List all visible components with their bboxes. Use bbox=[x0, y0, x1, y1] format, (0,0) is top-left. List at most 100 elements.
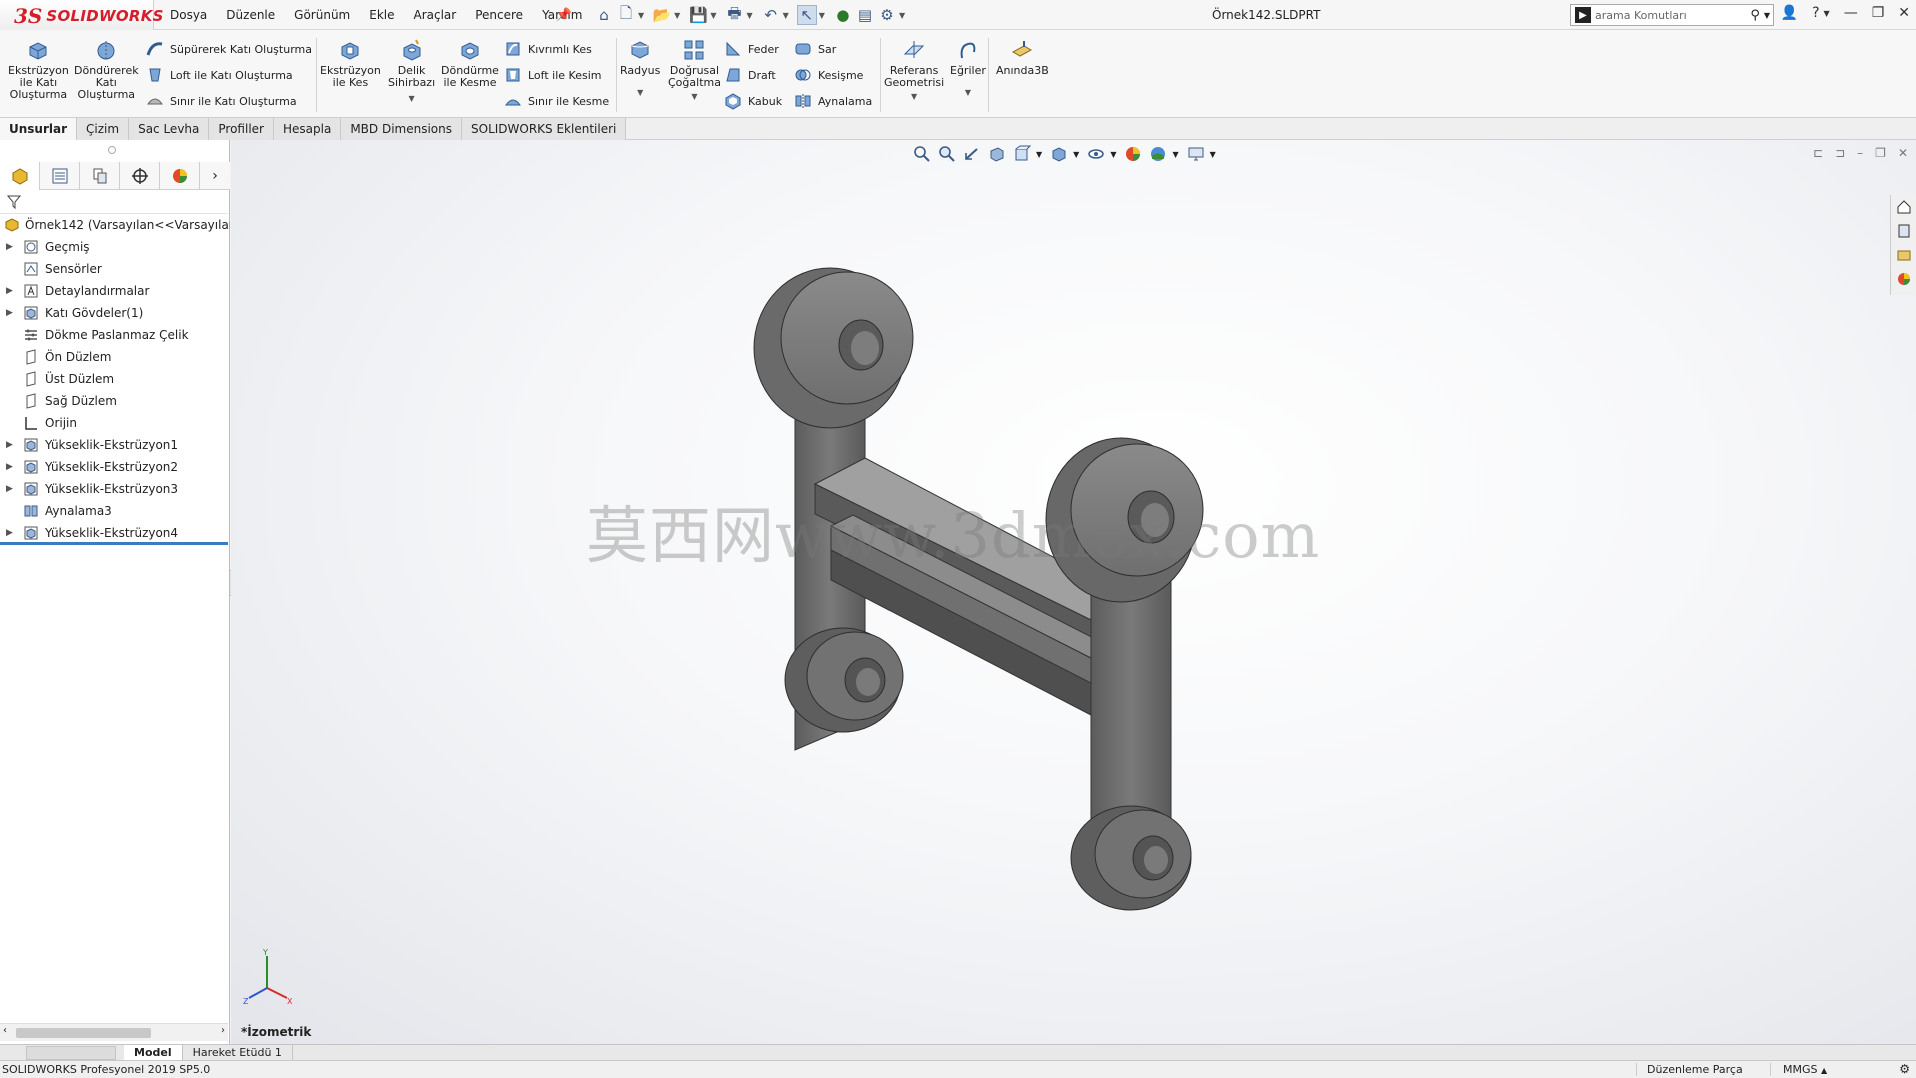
options-dropdown-icon[interactable]: ▼ bbox=[899, 11, 905, 20]
graphics-area[interactable]: ▼ ▼ ▼ ▼ ▼ ⊏ ⊐ – ❐ ✕ 莫西网www.3dmox.com Y X… bbox=[231, 140, 1916, 1044]
menu-item-3[interactable]: Ekle bbox=[369, 8, 394, 22]
tree-item[interactable]: ▶ Yükseklik-Ekstrüzyon2 bbox=[0, 456, 230, 478]
tree-item[interactable]: Ön Düzlem bbox=[0, 346, 230, 368]
hole-wizard-button[interactable]: Delik Sihirbazı ▼ bbox=[388, 38, 435, 105]
scroll-right-icon[interactable]: › bbox=[221, 1025, 225, 1036]
boundary-cut-button[interactable]: Sınır ile Kesme bbox=[504, 92, 609, 110]
expand-arrow-icon[interactable]: ▶ bbox=[6, 484, 16, 494]
status-settings-icon[interactable]: ⚙ bbox=[1899, 1062, 1910, 1076]
tree-root-part[interactable]: Örnek142 (Varsayılan<<Varsayılan>_G bbox=[0, 214, 230, 236]
fillet-dropdown-icon[interactable]: ▼ bbox=[637, 87, 643, 99]
revolve-boss-button[interactable]: Döndürerek Katı Oluşturma bbox=[74, 38, 139, 101]
curves-button[interactable]: Eğriler ▼ bbox=[950, 38, 986, 99]
expand-arrow-icon[interactable]: ▶ bbox=[6, 528, 16, 538]
bottom-tab-0[interactable]: Model bbox=[124, 1044, 183, 1061]
tree-item[interactable]: Dökme Paslanmaz Çelik bbox=[0, 324, 230, 346]
filter-funnel-icon[interactable] bbox=[6, 194, 22, 210]
more-tabs-chevron-icon[interactable]: › bbox=[200, 162, 230, 189]
rollback-bar[interactable] bbox=[0, 542, 228, 545]
menu-item-2[interactable]: Görünüm bbox=[294, 8, 350, 22]
tree-item[interactable]: Sensörler bbox=[0, 258, 230, 280]
options-gear-icon[interactable]: ⚙ bbox=[877, 5, 897, 25]
tab-6[interactable]: SOLIDWORKS Eklentileri bbox=[462, 118, 627, 140]
tab-0[interactable]: Unsurlar bbox=[0, 118, 78, 140]
swept-boss-button[interactable]: Süpürerek Katı Oluşturma bbox=[146, 40, 312, 58]
linear-pattern-dropdown-icon[interactable]: ▼ bbox=[691, 91, 697, 103]
print-icon[interactable]: 🖶 bbox=[724, 4, 744, 25]
tab-5[interactable]: MBD Dimensions bbox=[341, 118, 462, 140]
rib-button[interactable]: Feder bbox=[724, 40, 779, 58]
expand-arrow-icon[interactable]: ▶ bbox=[6, 308, 16, 318]
select-dropdown-icon[interactable]: ▼ bbox=[819, 11, 825, 20]
feature-manager-tab[interactable] bbox=[0, 162, 40, 190]
minimize-window-icon[interactable]: — bbox=[1844, 5, 1858, 21]
reference-geometry-dropdown-icon[interactable]: ▼ bbox=[911, 91, 917, 103]
hole-wizard-dropdown-icon[interactable]: ▼ bbox=[409, 93, 415, 105]
fillet-button[interactable]: Radyus ▼ bbox=[620, 38, 660, 99]
menu-item-0[interactable]: Dosya bbox=[170, 8, 207, 22]
scroll-left-icon[interactable]: ‹ bbox=[3, 1025, 7, 1036]
dimxpert-manager-tab[interactable] bbox=[120, 162, 160, 190]
display-manager-tab[interactable] bbox=[160, 162, 200, 190]
new-dropdown-icon[interactable]: ▼ bbox=[638, 11, 644, 20]
search-input[interactable]: arama Komutları bbox=[1595, 9, 1750, 22]
revolve-cut-button[interactable]: Döndürme ile Kesme bbox=[441, 38, 499, 89]
reference-geometry-button[interactable]: Referans Geometrisi ▼ bbox=[884, 38, 944, 103]
rebuild-icon[interactable]: ● bbox=[833, 5, 853, 25]
tree-item[interactable]: Sağ Düzlem bbox=[0, 390, 230, 412]
search-icon[interactable]: ⚲ bbox=[1750, 8, 1760, 23]
tree-item[interactable]: ▶ Yükseklik-Ekstrüzyon3 bbox=[0, 478, 230, 500]
undo-icon[interactable]: ↶ bbox=[761, 5, 781, 25]
save-icon[interactable]: 💾 bbox=[688, 5, 708, 25]
expand-arrow-icon[interactable]: ▶ bbox=[6, 440, 16, 450]
property-manager-tab[interactable] bbox=[40, 162, 80, 190]
expand-arrow-icon[interactable]: ▶ bbox=[6, 286, 16, 296]
select-pointer-icon[interactable]: ↖ bbox=[796, 5, 817, 25]
tab-scroll-buttons[interactable] bbox=[26, 1045, 116, 1060]
user-account-icon[interactable]: 👤 bbox=[1781, 5, 1798, 21]
home-icon[interactable]: ⌂ bbox=[594, 5, 614, 25]
menu-item-1[interactable]: Düzenle bbox=[226, 8, 275, 22]
open-dropdown-icon[interactable]: ▼ bbox=[674, 11, 680, 20]
boundary-boss-button[interactable]: Sınır ile Katı Oluşturma bbox=[146, 92, 297, 110]
menu-item-4[interactable]: Araçlar bbox=[414, 8, 457, 22]
draft-button[interactable]: Draft bbox=[724, 66, 776, 84]
help-icon[interactable]: ? bbox=[1812, 5, 1819, 21]
expand-arrow-icon[interactable]: ▶ bbox=[6, 242, 16, 252]
extrude-boss-button[interactable]: Ekstrüzyon ile Katı Oluşturma bbox=[8, 38, 69, 101]
curves-dropdown-icon[interactable]: ▼ bbox=[965, 87, 971, 99]
tree-item[interactable]: Üst Düzlem bbox=[0, 368, 230, 390]
menu-item-5[interactable]: Pencere bbox=[475, 8, 523, 22]
tree-item[interactable]: ▶ Detaylandırmalar bbox=[0, 280, 230, 302]
tab-1[interactable]: Çizim bbox=[77, 118, 130, 140]
file-properties-icon[interactable]: ▤ bbox=[855, 5, 875, 25]
unit-system[interactable]: MMGS ▲ bbox=[1770, 1063, 1827, 1076]
print-dropdown-icon[interactable]: ▼ bbox=[746, 11, 752, 20]
save-dropdown-icon[interactable]: ▼ bbox=[710, 11, 716, 20]
tree-item[interactable]: ▶ Geçmiş bbox=[0, 236, 230, 258]
tree-filter[interactable] bbox=[0, 190, 228, 214]
part-model[interactable] bbox=[231, 140, 1916, 1044]
tab-2[interactable]: Sac Levha bbox=[129, 118, 210, 140]
linear-pattern-button[interactable]: Doğrusal Çoğaltma ▼ bbox=[668, 38, 721, 103]
solidworks-logo[interactable]: 3S SOLIDWORKS bbox=[0, 0, 163, 32]
scroll-thumb[interactable] bbox=[16, 1028, 151, 1038]
tab-4[interactable]: Hesapla bbox=[273, 118, 342, 140]
open-folder-icon[interactable]: 📂 bbox=[652, 5, 672, 25]
swept-cut-button[interactable]: Kıvrımlı Kes bbox=[504, 40, 592, 58]
bottom-tab-1[interactable]: Hareket Etüdü 1 bbox=[183, 1044, 293, 1061]
search-commands[interactable]: ▶ arama Komutları ⚲ ▼ bbox=[1570, 4, 1774, 26]
pin-icon[interactable]: 📌 bbox=[554, 5, 576, 25]
help-dropdown-icon[interactable]: ▼ bbox=[1824, 9, 1830, 18]
tree-item[interactable]: ▶ Yükseklik-Ekstrüzyon4 bbox=[0, 522, 230, 544]
tree-item[interactable]: Orijin bbox=[0, 412, 230, 434]
restore-window-icon[interactable]: ❐ bbox=[1872, 5, 1885, 21]
tree-item[interactable]: ▶ Katı Gövdeler(1) bbox=[0, 302, 230, 324]
configuration-manager-tab[interactable] bbox=[80, 162, 120, 190]
loft-cut-button[interactable]: Loft ile Kesim bbox=[504, 66, 601, 84]
new-document-icon[interactable]: 🗋 bbox=[616, 4, 636, 25]
shell-button[interactable]: Kabuk bbox=[724, 92, 782, 110]
wrap-button[interactable]: Sar bbox=[794, 40, 836, 58]
tab-3[interactable]: Profiller bbox=[209, 118, 274, 140]
loft-boss-button[interactable]: Loft ile Katı Oluşturma bbox=[146, 66, 293, 84]
